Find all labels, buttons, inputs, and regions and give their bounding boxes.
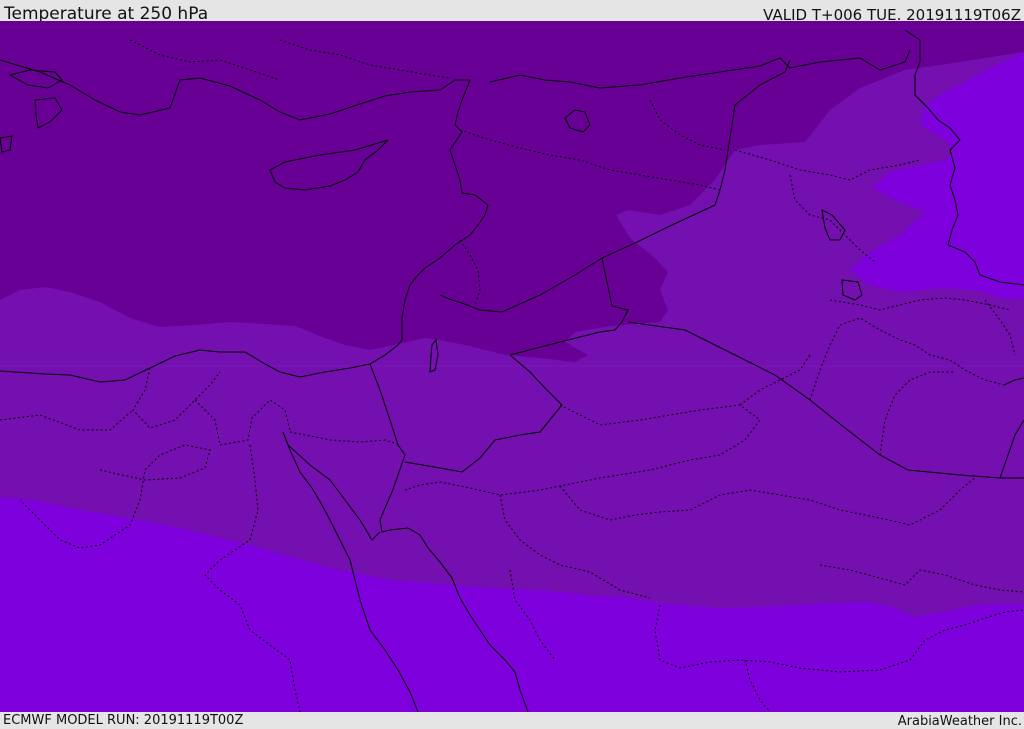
temperature-map	[0, 21, 1024, 712]
forecast-map-frame: Temperature at 250 hPa VALID T+006 TUE. …	[0, 0, 1024, 729]
map-footer: ECMWF MODEL RUN: 20191119T00Z ArabiaWeat…	[0, 712, 1024, 729]
model-run-label: ECMWF MODEL RUN: 20191119T00Z	[3, 713, 244, 728]
temperature-map-canvas	[0, 21, 1024, 712]
credit-label: ArabiaWeather Inc.	[897, 714, 1022, 729]
map-header: Temperature at 250 hPa VALID T+006 TUE. …	[0, 0, 1024, 24]
